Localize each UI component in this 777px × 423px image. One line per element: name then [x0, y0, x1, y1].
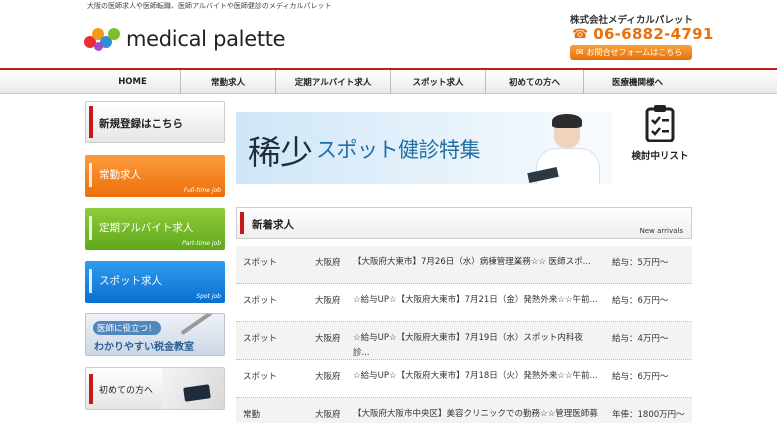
pen-icon: [180, 314, 216, 336]
fulltime-label: 常勤求人: [99, 169, 141, 181]
phone-icon: ☎: [572, 26, 589, 42]
arrivals-title: 新着求人: [252, 219, 294, 231]
job-prefecture: 大阪府: [315, 334, 341, 344]
spot-checkup-banner[interactable]: 稀少 スポット健診特集: [236, 112, 612, 184]
job-list: スポット 大阪府 【大阪府大東市】7月26日（水）病棟管理業務☆☆ 医師スポ..…: [236, 246, 692, 423]
review-list-label: 検討中リスト: [631, 151, 689, 162]
parttime-label: 定期アルバイト求人: [99, 222, 194, 234]
job-row[interactable]: スポット 大阪府 【大阪府大東市】7月26日（水）病棟管理業務☆☆ 医師スポ..…: [236, 246, 692, 284]
banner-title: スポット健診特集: [316, 138, 481, 162]
job-type: 常勤: [243, 410, 261, 420]
job-title-link[interactable]: ☆給与UP☆【大阪府大東市】7月18日（火）発熱外来☆☆午前...: [353, 369, 598, 384]
job-title-link[interactable]: ☆給与UP☆【大阪府大東市】7月19日（水）スポット内科夜診...: [353, 331, 598, 361]
first-time-accent-bar: [89, 374, 93, 404]
fulltime-accent-bar: [89, 163, 92, 187]
main-nav: HOME 常勤求人 定期アルバイト求人 スポット求人 初めての方へ 医療機関様へ: [0, 70, 777, 94]
spot-label: スポット求人: [99, 275, 162, 287]
job-row[interactable]: 常勤 大阪府 【大阪府大阪市中央区】美容クリニックでの勤務☆☆管理医師募集...…: [236, 398, 692, 423]
job-prefecture: 大阪府: [315, 372, 341, 382]
spot-sublabel: Spot job: [196, 293, 221, 300]
job-salary: 給与：6万円〜: [612, 372, 669, 382]
contact-form-button[interactable]: ✉ お問合せフォームはこちら: [570, 45, 692, 60]
review-list-button[interactable]: 検討中リスト: [620, 104, 700, 162]
arrivals-subtitle: New arrivals: [639, 227, 683, 235]
tax-class-banner[interactable]: 医師に役立つ！ わかりやすい税金教室: [85, 313, 225, 356]
register-button[interactable]: 新規登録はこちら: [85, 101, 225, 143]
sidebar-spot-button[interactable]: スポット求人 Spot job: [85, 261, 225, 303]
register-label: 新規登録はこちら: [99, 118, 183, 130]
job-salary: 給与：4万円〜: [612, 334, 669, 344]
phone-number: 06-6882-4791: [593, 25, 714, 43]
nav-parttime[interactable]: 定期アルバイト求人: [276, 70, 391, 94]
new-arrivals-header: 新着求人 New arrivals: [236, 207, 692, 239]
sidebar-fulltime-button[interactable]: 常勤求人 Full-time job: [85, 155, 225, 197]
tax-banner-line2: わかりやすい税金教室: [94, 342, 194, 353]
company-name: 株式会社メディカルパレット: [570, 15, 693, 26]
site-logo[interactable]: medical palette: [84, 24, 286, 54]
logo-text: medical palette: [126, 27, 286, 51]
job-type: スポット: [243, 334, 278, 344]
nav-spot[interactable]: スポット求人: [391, 70, 486, 94]
job-title-link[interactable]: ☆給与UP☆【大阪府大東市】7月21日（金）発熱外来☆☆午前...: [353, 293, 598, 308]
sidebar-parttime-button[interactable]: 定期アルバイト求人 Part-time job: [85, 208, 225, 250]
job-salary: 給与：6万円〜: [612, 296, 669, 306]
parttime-sublabel: Part-time job: [182, 240, 221, 247]
site-tagline: 大阪の医師求人や医師転職、医師アルバイトや医師健診のメディカルパレット: [87, 2, 332, 10]
tax-banner-line1: 医師に役立つ！: [93, 321, 161, 335]
job-prefecture: 大阪府: [315, 410, 341, 420]
spot-accent-bar: [89, 269, 92, 293]
phone-block: ☎ 06-6882-4791: [572, 25, 714, 43]
nav-home[interactable]: HOME: [85, 70, 181, 94]
register-accent-bar: [89, 106, 93, 138]
job-row[interactable]: スポット 大阪府 ☆給与UP☆【大阪府大東市】7月18日（火）発熱外来☆☆午前.…: [236, 360, 692, 398]
parttime-accent-bar: [89, 216, 92, 240]
job-row[interactable]: スポット 大阪府 ☆給与UP☆【大阪府大東市】7月21日（金）発熱外来☆☆午前.…: [236, 284, 692, 322]
job-type: スポット: [243, 296, 278, 306]
arrivals-accent-bar: [240, 212, 244, 234]
logo-mark-icon: [84, 26, 122, 52]
nav-first-time[interactable]: 初めての方へ: [486, 70, 584, 94]
fulltime-sublabel: Full-time job: [183, 187, 221, 194]
nav-fulltime[interactable]: 常勤求人: [181, 70, 276, 94]
mail-icon: ✉: [576, 47, 584, 58]
banner-rare-text: 稀少: [248, 133, 313, 172]
doctor-hair: [552, 114, 582, 128]
contact-form-label: お問合せフォームはこちら: [586, 48, 683, 57]
job-salary: 年俸：1800万円〜: [612, 410, 685, 420]
job-salary: 給与：5万円〜: [612, 258, 669, 268]
nav-institutions[interactable]: 医療機関様へ: [584, 70, 691, 94]
clipboard-check-icon: [645, 104, 675, 143]
job-title-link[interactable]: 【大阪府大阪市中央区】美容クリニックでの勤務☆☆管理医師募集...: [353, 407, 598, 423]
job-type: スポット: [243, 258, 278, 268]
job-type: スポット: [243, 372, 278, 382]
first-time-banner[interactable]: 初めての方へ: [85, 367, 225, 410]
job-row[interactable]: スポット 大阪府 ☆給与UP☆【大阪府大東市】7月19日（水）スポット内科夜診.…: [236, 322, 692, 360]
job-title-link[interactable]: 【大阪府大東市】7月26日（水）病棟管理業務☆☆ 医師スポ...: [353, 255, 598, 270]
first-time-label: 初めての方へ: [99, 386, 154, 396]
job-prefecture: 大阪府: [315, 296, 341, 306]
job-prefecture: 大阪府: [315, 258, 341, 268]
